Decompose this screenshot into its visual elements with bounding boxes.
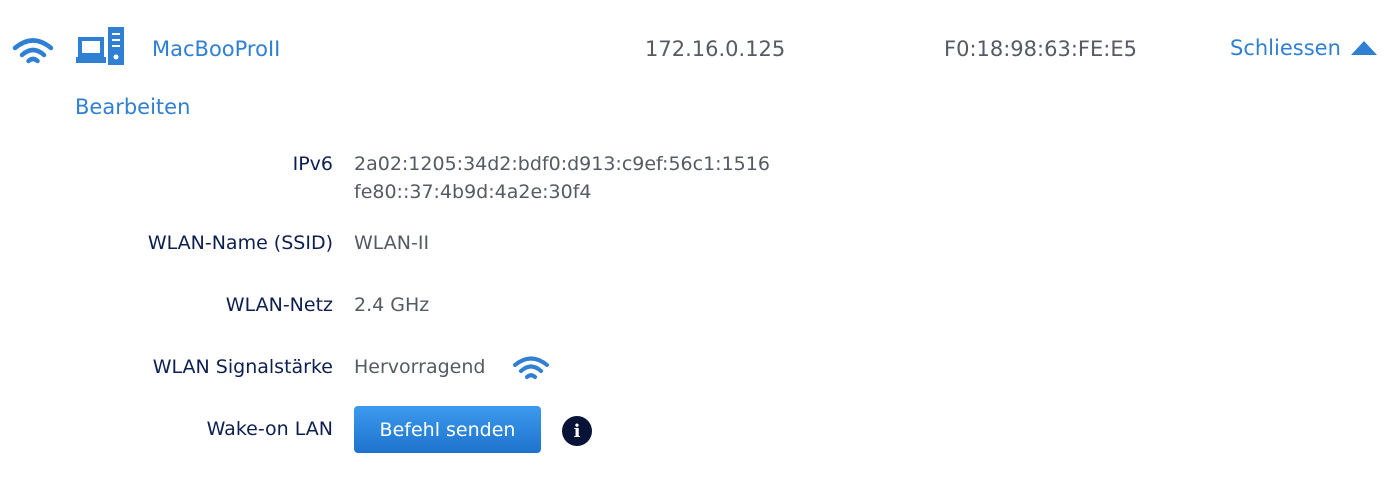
desktop-computer-icon — [76, 27, 124, 65]
ssid-label: WLAN-Name (SSID) — [147, 232, 333, 254]
mac-address: F0:18:98:63:FE:E5 — [944, 37, 1137, 61]
wifi-icon — [12, 38, 54, 64]
triangle-up-icon — [1350, 41, 1377, 55]
wol-label: Wake-on LAN — [206, 418, 333, 440]
close-label: Schliessen — [1230, 36, 1341, 60]
info-icon[interactable]: i — [562, 416, 592, 446]
ipv6-label: IPv6 — [292, 153, 333, 175]
edit-link[interactable]: Bearbeiten — [75, 92, 190, 122]
ssid-value: WLAN-II — [354, 232, 430, 254]
device-detail-panel: MacBooProII 172.16.0.125 F0:18:98:63:FE:… — [0, 0, 1396, 482]
ipv6-value-2: fe80::37:4b9d:4a2e:30f4 — [354, 181, 592, 203]
device-name: MacBooProII — [152, 37, 281, 61]
send-command-button[interactable]: Befehl senden — [354, 406, 541, 453]
signal-label: WLAN Signalstärke — [152, 356, 333, 378]
ipv4-address: 172.16.0.125 — [645, 37, 786, 61]
network-label: WLAN-Netz — [225, 294, 333, 316]
close-details-toggle[interactable]: Schliessen — [1230, 33, 1377, 63]
ipv6-value-1: 2a02:1205:34d2:bdf0:d913:c9ef:56c1:1516 — [354, 153, 770, 175]
wifi-signal-icon — [513, 356, 549, 379]
network-value: 2.4 GHz — [354, 294, 430, 316]
signal-value: Hervorragend — [354, 356, 486, 378]
